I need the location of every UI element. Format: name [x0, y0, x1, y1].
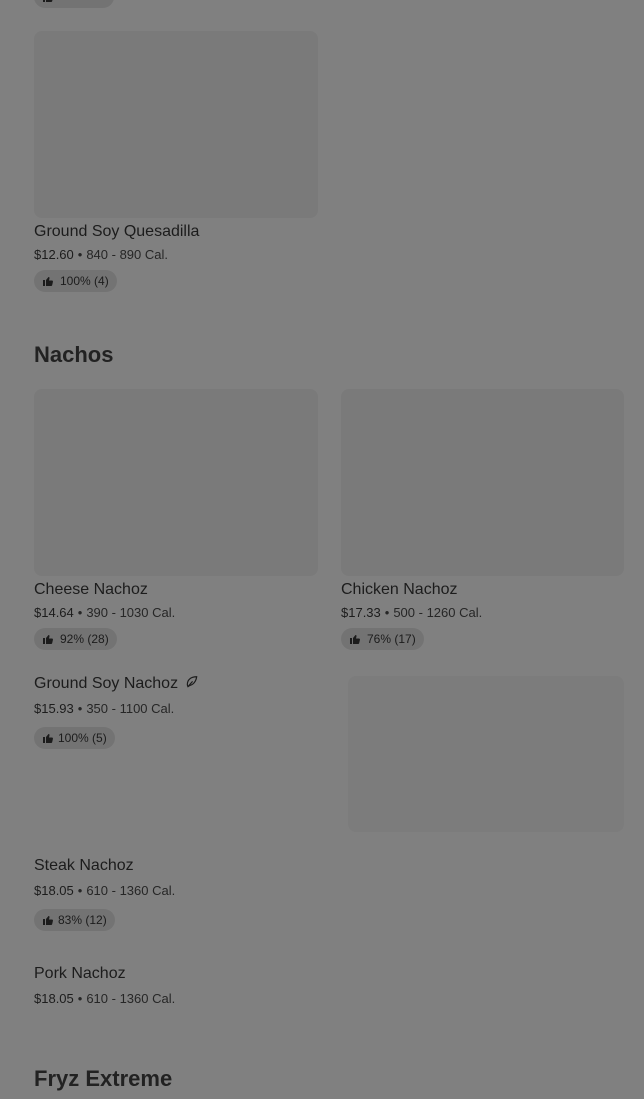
- rating-badge: 76% (17): [341, 628, 424, 650]
- item-name: Chicken Nachoz: [341, 581, 458, 598]
- rating-text: 100% (5): [58, 731, 107, 745]
- leaf-icon: [186, 676, 197, 688]
- item-price: $14.64: [34, 605, 74, 620]
- menu-item-row[interactable]: Steak Nachoz $18.05 • 610 - 1360 Cal. 83% …: [34, 856, 624, 936]
- thumbs-up-icon: [42, 914, 54, 926]
- item-image: [34, 389, 318, 576]
- item-meta: $14.64 • 390 - 1030 Cal.: [34, 605, 175, 621]
- rating-badge: 100% (4): [34, 270, 117, 292]
- item-price: $15.93: [34, 701, 74, 716]
- separator: •: [77, 247, 83, 262]
- item-name: Cheese Nachoz: [34, 581, 148, 598]
- separator: •: [384, 605, 390, 620]
- item-image: [34, 31, 318, 218]
- item-meta: $18.05 • 610 - 1360 Cal.: [34, 991, 175, 1007]
- thumbs-up-icon: [42, 732, 54, 744]
- item-calories: 610 - 1360 Cal.: [86, 883, 176, 898]
- item-calories: 610 - 1360 Cal.: [86, 991, 176, 1006]
- section-title: Nachos: [34, 342, 114, 367]
- section-title: Fryz Extreme: [34, 1066, 173, 1091]
- item-price: $18.05: [34, 883, 74, 898]
- item-price: $18.05: [34, 991, 74, 1006]
- item-price: $17.33: [341, 605, 381, 620]
- rating-text: 83% (12): [58, 913, 107, 927]
- item-name: Ground Soy Quesadilla: [34, 223, 200, 240]
- item-calories: 500 - 1260 Cal.: [393, 605, 483, 620]
- menu-item-card[interactable]: Chicken Nachoz $17.33 • 500 - 1260 Cal. 76…: [341, 389, 625, 654]
- separator: •: [77, 701, 83, 716]
- separator: •: [77, 605, 83, 620]
- rating-badge: 92% (28): [34, 628, 117, 650]
- item-calories: 840 - 890 Cal.: [86, 247, 168, 262]
- thumbs-up-icon: [349, 633, 361, 645]
- rating-text: 92% (28): [60, 632, 109, 646]
- rating-badge: 100% (5): [34, 727, 115, 749]
- rating-badge: 83% (12): [34, 909, 115, 931]
- item-name: Ground Soy Nachoz: [34, 674, 199, 694]
- item-meta: $17.33 • 500 - 1260 Cal.: [341, 605, 482, 621]
- menu-item-row[interactable]: Ground Soy Nachoz $15.93 • 350 - 1100 Cal.…: [34, 674, 624, 832]
- item-image: [348, 676, 624, 832]
- item-name-text: Ground Soy Nachoz: [34, 675, 179, 692]
- item-meta: $15.93 • 350 - 1100 Cal.: [34, 701, 174, 717]
- item-calories: 350 - 1100 Cal.: [86, 701, 175, 716]
- item-meta: $18.05 • 610 - 1360 Cal.: [34, 883, 175, 899]
- separator: •: [77, 991, 83, 1006]
- menu-item-row[interactable]: Pork Nachoz $18.05 • 610 - 1360 Cal.: [34, 964, 624, 1014]
- separator: •: [77, 883, 83, 898]
- menu-item-card[interactable]: Ground Soy Quesadilla $12.60 • 840 - 890 C…: [34, 31, 318, 301]
- item-name: Steak Nachoz: [34, 857, 134, 874]
- rating-text: 76% (17): [367, 632, 416, 646]
- thumbs-up-icon: [42, 633, 54, 645]
- thumbs-up-icon: [42, 275, 54, 287]
- rating-badge-partial: [34, 0, 114, 8]
- item-name: Pork Nachoz: [34, 965, 126, 982]
- item-calories: 390 - 1030 Cal.: [86, 605, 176, 620]
- rating-text: 100% (4): [60, 274, 109, 288]
- menu-item-card[interactable]: Cheese Nachoz $14.64 • 390 - 1030 Cal. 92%…: [34, 389, 318, 654]
- item-price: $12.60: [34, 247, 74, 262]
- item-image: [341, 389, 624, 576]
- item-meta: $12.60 • 840 - 890 Cal.: [34, 247, 168, 263]
- thumbs-up-icon: [42, 0, 54, 3]
